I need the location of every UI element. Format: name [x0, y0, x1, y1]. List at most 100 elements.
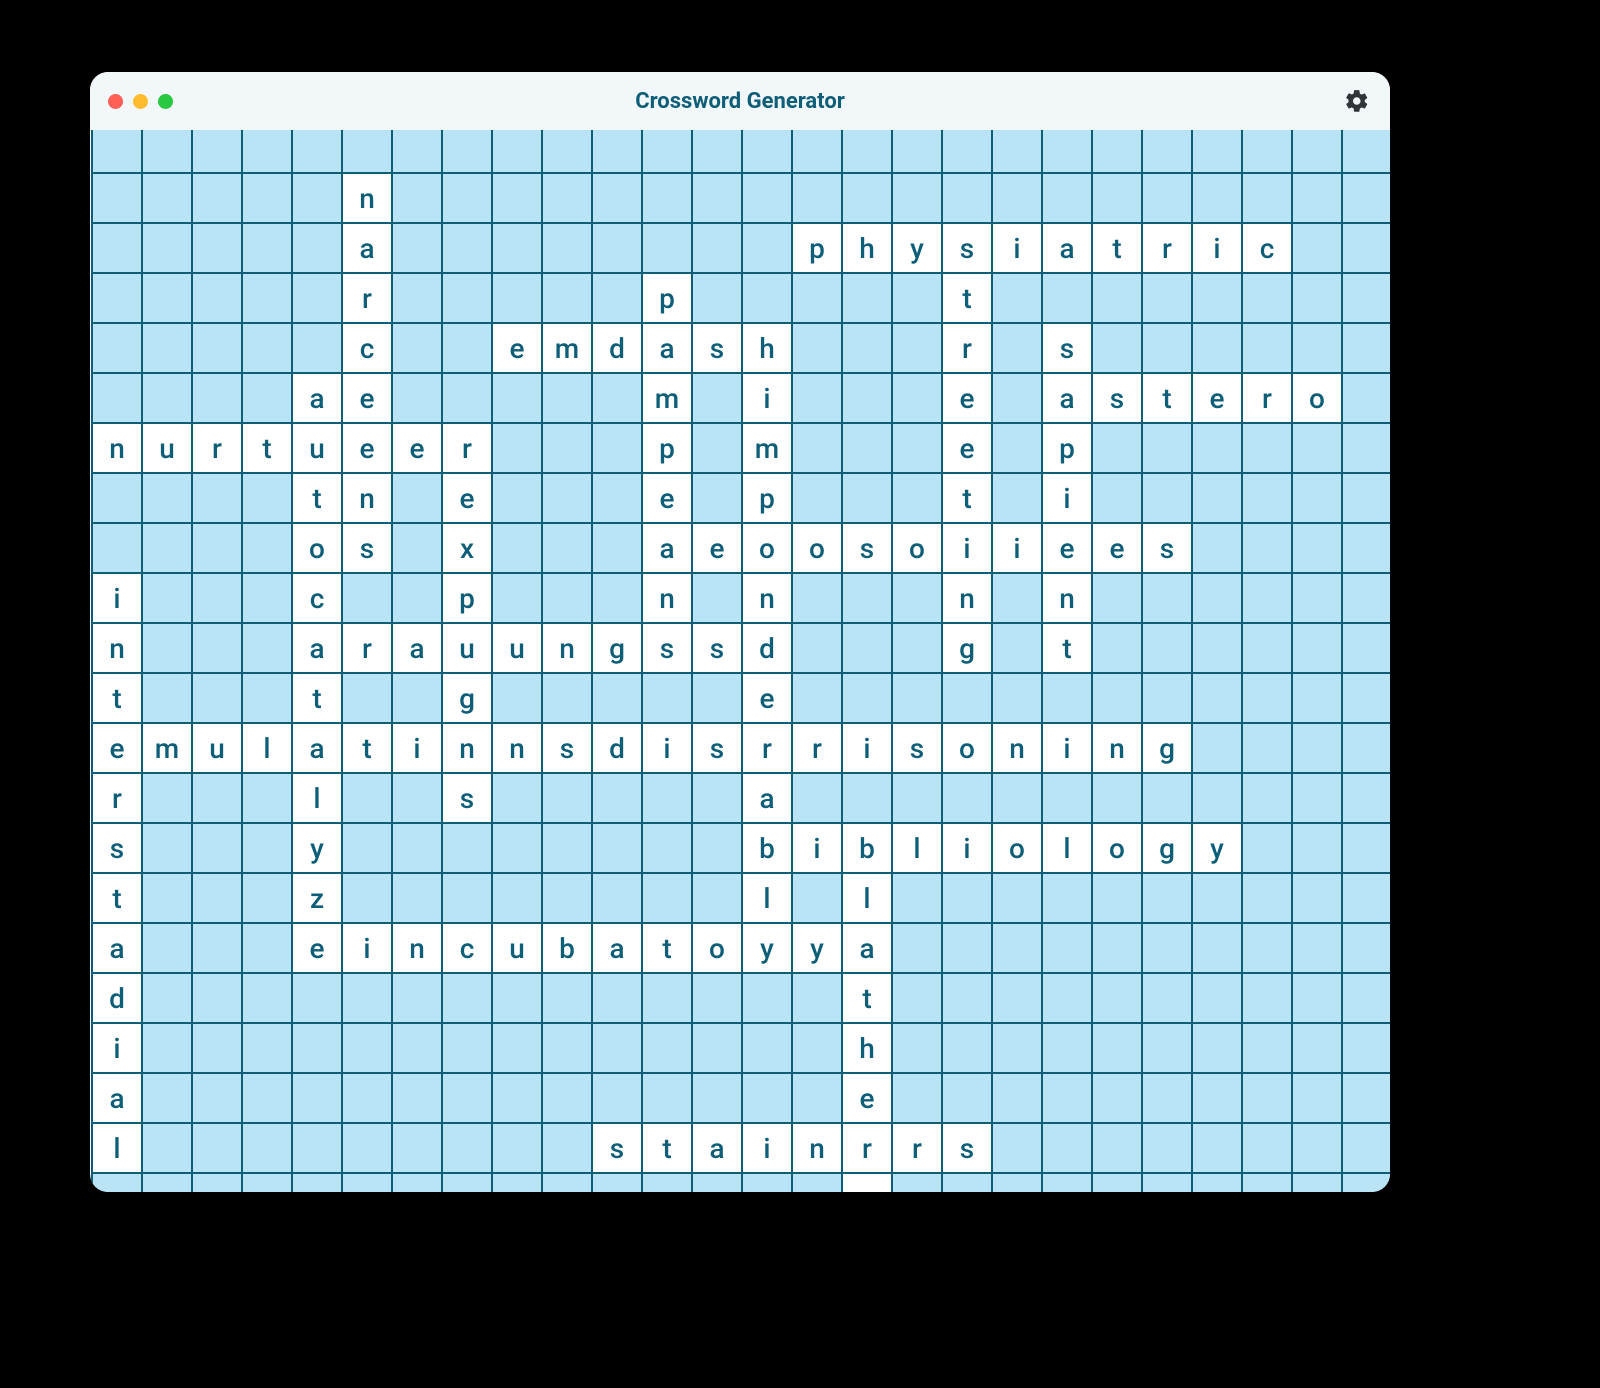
grid-cell[interactable]: [442, 1023, 492, 1073]
grid-cell[interactable]: [992, 130, 1042, 173]
grid-cell[interactable]: [1192, 173, 1242, 223]
grid-cell[interactable]: [942, 923, 992, 973]
grid-cell[interactable]: [992, 873, 1042, 923]
grid-cell[interactable]: [992, 423, 1042, 473]
grid-cell[interactable]: [992, 473, 1042, 523]
grid-cell[interactable]: [492, 873, 542, 923]
grid-cell[interactable]: c: [292, 573, 342, 623]
grid-cell[interactable]: [492, 473, 542, 523]
grid-cell[interactable]: p: [742, 473, 792, 523]
grid-cell[interactable]: [542, 823, 592, 873]
grid-cell[interactable]: [842, 673, 892, 723]
grid-cell[interactable]: [142, 1023, 192, 1073]
grid-cell[interactable]: [1342, 373, 1390, 423]
grid-cell[interactable]: [1092, 573, 1142, 623]
grid-cell[interactable]: [642, 823, 692, 873]
minimize-icon[interactable]: [133, 94, 148, 109]
grid-cell[interactable]: [1192, 873, 1242, 923]
grid-cell[interactable]: [1042, 873, 1092, 923]
grid-cell[interactable]: [1342, 773, 1390, 823]
grid-cell[interactable]: e: [642, 473, 692, 523]
grid-cell[interactable]: m: [142, 723, 192, 773]
grid-cell[interactable]: [1242, 273, 1292, 323]
grid-cell[interactable]: [992, 673, 1042, 723]
grid-cell[interactable]: [1092, 873, 1142, 923]
grid-cell[interactable]: [542, 273, 592, 323]
grid-cell[interactable]: p: [442, 573, 492, 623]
grid-cell[interactable]: [1042, 673, 1092, 723]
grid-cell[interactable]: [692, 773, 742, 823]
grid-cell[interactable]: l: [892, 823, 942, 873]
grid-cell[interactable]: [392, 173, 442, 223]
grid-cell[interactable]: [1242, 523, 1292, 573]
grid-cell[interactable]: [1042, 130, 1092, 173]
grid-cell[interactable]: i: [392, 723, 442, 773]
grid-cell[interactable]: [1292, 873, 1342, 923]
grid-cell[interactable]: [592, 873, 642, 923]
grid-cell[interactable]: [292, 1123, 342, 1173]
grid-cell[interactable]: [892, 173, 942, 223]
grid-cell[interactable]: b: [842, 823, 892, 873]
grid-cell[interactable]: [542, 130, 592, 173]
grid-cell[interactable]: [892, 773, 942, 823]
grid-cell[interactable]: [1342, 323, 1390, 373]
grid-cell[interactable]: [1042, 173, 1092, 223]
grid-cell[interactable]: t: [842, 973, 892, 1023]
grid-cell[interactable]: [742, 973, 792, 1023]
grid-cell[interactable]: [842, 623, 892, 673]
grid-cell[interactable]: [792, 423, 842, 473]
grid-cell[interactable]: [642, 973, 692, 1023]
grid-cell[interactable]: o: [742, 523, 792, 573]
grid-cell[interactable]: [542, 423, 592, 473]
grid-cell[interactable]: [942, 130, 992, 173]
grid-cell[interactable]: z: [292, 873, 342, 923]
grid-cell[interactable]: e: [292, 923, 342, 973]
grid-cell[interactable]: [1292, 1123, 1342, 1173]
grid-cell[interactable]: [992, 173, 1042, 223]
grid-cell[interactable]: [992, 1073, 1042, 1123]
grid-cell[interactable]: s: [642, 623, 692, 673]
grid-cell[interactable]: a: [292, 723, 342, 773]
grid-cell[interactable]: [292, 223, 342, 273]
grid-cell[interactable]: n: [1042, 573, 1092, 623]
grid-cell[interactable]: [1142, 323, 1192, 373]
grid-cell[interactable]: [842, 573, 892, 623]
grid-cell[interactable]: [692, 473, 742, 523]
grid-cell[interactable]: [992, 323, 1042, 373]
grid-cell[interactable]: a: [842, 923, 892, 973]
grid-cell[interactable]: [192, 323, 242, 373]
grid-cell[interactable]: i: [992, 523, 1042, 573]
grid-cell[interactable]: [542, 373, 592, 423]
grid-cell[interactable]: n: [742, 573, 792, 623]
grid-cell[interactable]: [492, 1123, 542, 1173]
grid-cell[interactable]: [542, 223, 592, 273]
grid-cell[interactable]: [542, 1173, 592, 1192]
grid-cell[interactable]: t: [1142, 373, 1192, 423]
grid-cell[interactable]: [1242, 923, 1292, 973]
grid-cell[interactable]: [1292, 130, 1342, 173]
grid-cell[interactable]: [842, 130, 892, 173]
grid-cell[interactable]: s: [942, 1123, 992, 1173]
grid-cell[interactable]: o: [292, 523, 342, 573]
grid-cell[interactable]: e: [1042, 523, 1092, 573]
grid-cell[interactable]: i: [742, 1123, 792, 1173]
grid-cell[interactable]: [1042, 1173, 1092, 1192]
grid-cell[interactable]: e: [742, 673, 792, 723]
grid-cell[interactable]: g: [1142, 823, 1192, 873]
grid-cell[interactable]: [1092, 1123, 1142, 1173]
grid-cell[interactable]: [442, 1173, 492, 1192]
grid-cell[interactable]: [292, 1073, 342, 1123]
grid-cell[interactable]: u: [492, 923, 542, 973]
grid-cell[interactable]: [142, 1173, 192, 1192]
grid-cell[interactable]: t: [92, 873, 142, 923]
grid-cell[interactable]: [692, 373, 742, 423]
grid-cell[interactable]: [892, 473, 942, 523]
grid-cell[interactable]: c: [342, 323, 392, 373]
grid-cell[interactable]: [642, 1173, 692, 1192]
grid-cell[interactable]: [142, 973, 192, 1023]
grid-cell[interactable]: [1342, 273, 1390, 323]
grid-cell[interactable]: [242, 973, 292, 1023]
grid-cell[interactable]: t: [292, 473, 342, 523]
grid-cell[interactable]: [942, 173, 992, 223]
grid-cell[interactable]: [1092, 473, 1142, 523]
